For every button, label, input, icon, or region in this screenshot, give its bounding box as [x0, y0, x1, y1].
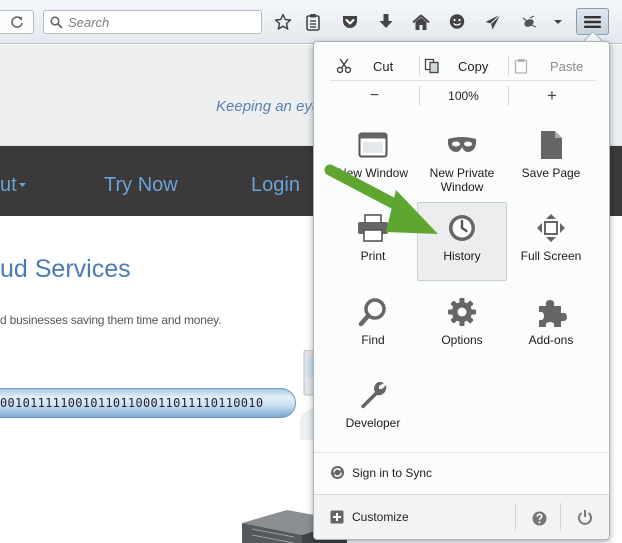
zoom-in-button[interactable]: + [508, 81, 596, 111]
gear-icon [445, 295, 479, 329]
hamburger-icon [584, 15, 601, 28]
downloads-button[interactable] [376, 12, 396, 32]
nav-link-about-label: ut [0, 174, 17, 196]
full-screen-button[interactable]: Full Screen [506, 205, 596, 283]
zoom-reset-button[interactable]: 100% [419, 81, 508, 111]
find-label: Find [361, 333, 385, 347]
print-label: Print [360, 249, 386, 263]
quit-button[interactable] [573, 506, 597, 528]
private-mask-icon [445, 128, 479, 162]
power-icon [578, 510, 592, 525]
caret-down-icon [18, 183, 26, 187]
home-icon [412, 14, 430, 30]
download-arrow-icon [379, 14, 393, 28]
search-box[interactable] [43, 10, 262, 34]
new-private-window-button[interactable]: New Private Window [417, 122, 507, 200]
find-button[interactable]: Find [328, 289, 418, 367]
clipboard-list-icon [306, 14, 320, 31]
extension-dropdown-button[interactable] [548, 12, 568, 32]
reload-button[interactable] [0, 10, 34, 34]
wrench-icon [356, 378, 390, 412]
cut-button[interactable]: Cut [330, 51, 418, 81]
bug-extension-icon [522, 15, 537, 28]
search-input[interactable] [68, 14, 248, 30]
plus-box-icon [330, 510, 344, 524]
history-label: History [443, 249, 481, 263]
pocket-button[interactable] [340, 12, 360, 32]
help-button[interactable] [527, 507, 551, 529]
options-button[interactable]: Options [417, 289, 507, 367]
fullscreen-icon [534, 211, 568, 245]
hello-button[interactable] [447, 12, 467, 32]
copy-button[interactable]: Copy [418, 51, 508, 81]
browser-toolbar [0, 0, 622, 44]
sync-label: Sign in to Sync [352, 465, 433, 480]
save-page-button[interactable]: Save Page [506, 122, 596, 200]
bookmark-star-button[interactable] [273, 12, 293, 32]
site-tagline: Keeping an eye [216, 98, 321, 115]
help-icon [532, 511, 546, 525]
menu-footer: Customize [314, 494, 609, 539]
customize-button[interactable]: Customize [314, 495, 514, 539]
new-private-window-label: New Private Window [429, 166, 495, 194]
copy-icon [424, 58, 439, 74]
paste-clipboard-icon [514, 59, 528, 74]
new-window-button[interactable]: New Window [328, 122, 418, 200]
new-window-icon [356, 128, 390, 162]
save-page-icon [534, 128, 568, 162]
paper-plane-icon [485, 14, 501, 30]
customize-label: Customize [352, 510, 409, 524]
smiley-chat-icon [449, 14, 465, 29]
nav-link-about[interactable]: ut [0, 174, 27, 197]
add-ons-button[interactable]: Add-ons [506, 289, 596, 367]
paste-label: Paste [550, 58, 584, 74]
full-screen-label: Full Screen [520, 249, 582, 263]
edit-controls-row: Cut Copy Paste [330, 51, 596, 81]
scissors-icon [336, 58, 352, 74]
reload-icon [10, 16, 23, 28]
binary-banner-image: 00101111100101101100011011110110010 [0, 388, 296, 418]
binary-banner-text: 00101111100101101100011011110110010 [0, 396, 264, 410]
star-icon [274, 13, 292, 30]
print-button[interactable]: Print [328, 205, 418, 283]
extension-button[interactable] [519, 12, 539, 32]
new-window-label: New Window [337, 166, 409, 180]
reading-list-button[interactable] [303, 12, 323, 32]
firefox-menu-panel: Cut Copy Paste − 100% + New Window New P… [313, 41, 610, 540]
copy-label: Copy [458, 58, 489, 74]
page-subtext: d businesses saving them time and money. [0, 313, 222, 327]
magnifier-icon [356, 295, 390, 329]
browser-window: Keeping an eye ut Try Now Login ud Servi… [0, 0, 622, 543]
save-page-label: Save Page [521, 166, 581, 180]
puzzle-icon [534, 295, 568, 329]
options-label: Options [441, 333, 483, 347]
page-heading: ud Services [0, 255, 131, 283]
nav-link-login[interactable]: Login [251, 174, 300, 197]
footer-separator [515, 503, 516, 531]
search-icon [50, 15, 63, 29]
developer-label: Developer [345, 416, 401, 430]
developer-button[interactable]: Developer [328, 372, 418, 450]
home-button[interactable] [411, 12, 431, 32]
zoom-out-button[interactable]: − [330, 81, 419, 111]
history-clock-icon [445, 211, 479, 245]
sync-icon [331, 466, 344, 479]
history-button[interactable]: History [417, 202, 507, 281]
footer-separator [560, 503, 561, 531]
add-ons-label: Add-ons [528, 333, 574, 347]
paste-button[interactable]: Paste [508, 51, 596, 81]
zoom-controls-row: − 100% + [330, 81, 596, 111]
share-button[interactable] [483, 12, 503, 32]
pocket-icon [343, 16, 357, 28]
chevron-down-icon [554, 20, 562, 24]
cut-label: Cut [373, 58, 394, 74]
sign-in-to-sync-button[interactable]: Sign in to Sync [314, 452, 609, 492]
nav-link-try-now[interactable]: Try Now [104, 174, 178, 197]
printer-icon [356, 211, 390, 245]
